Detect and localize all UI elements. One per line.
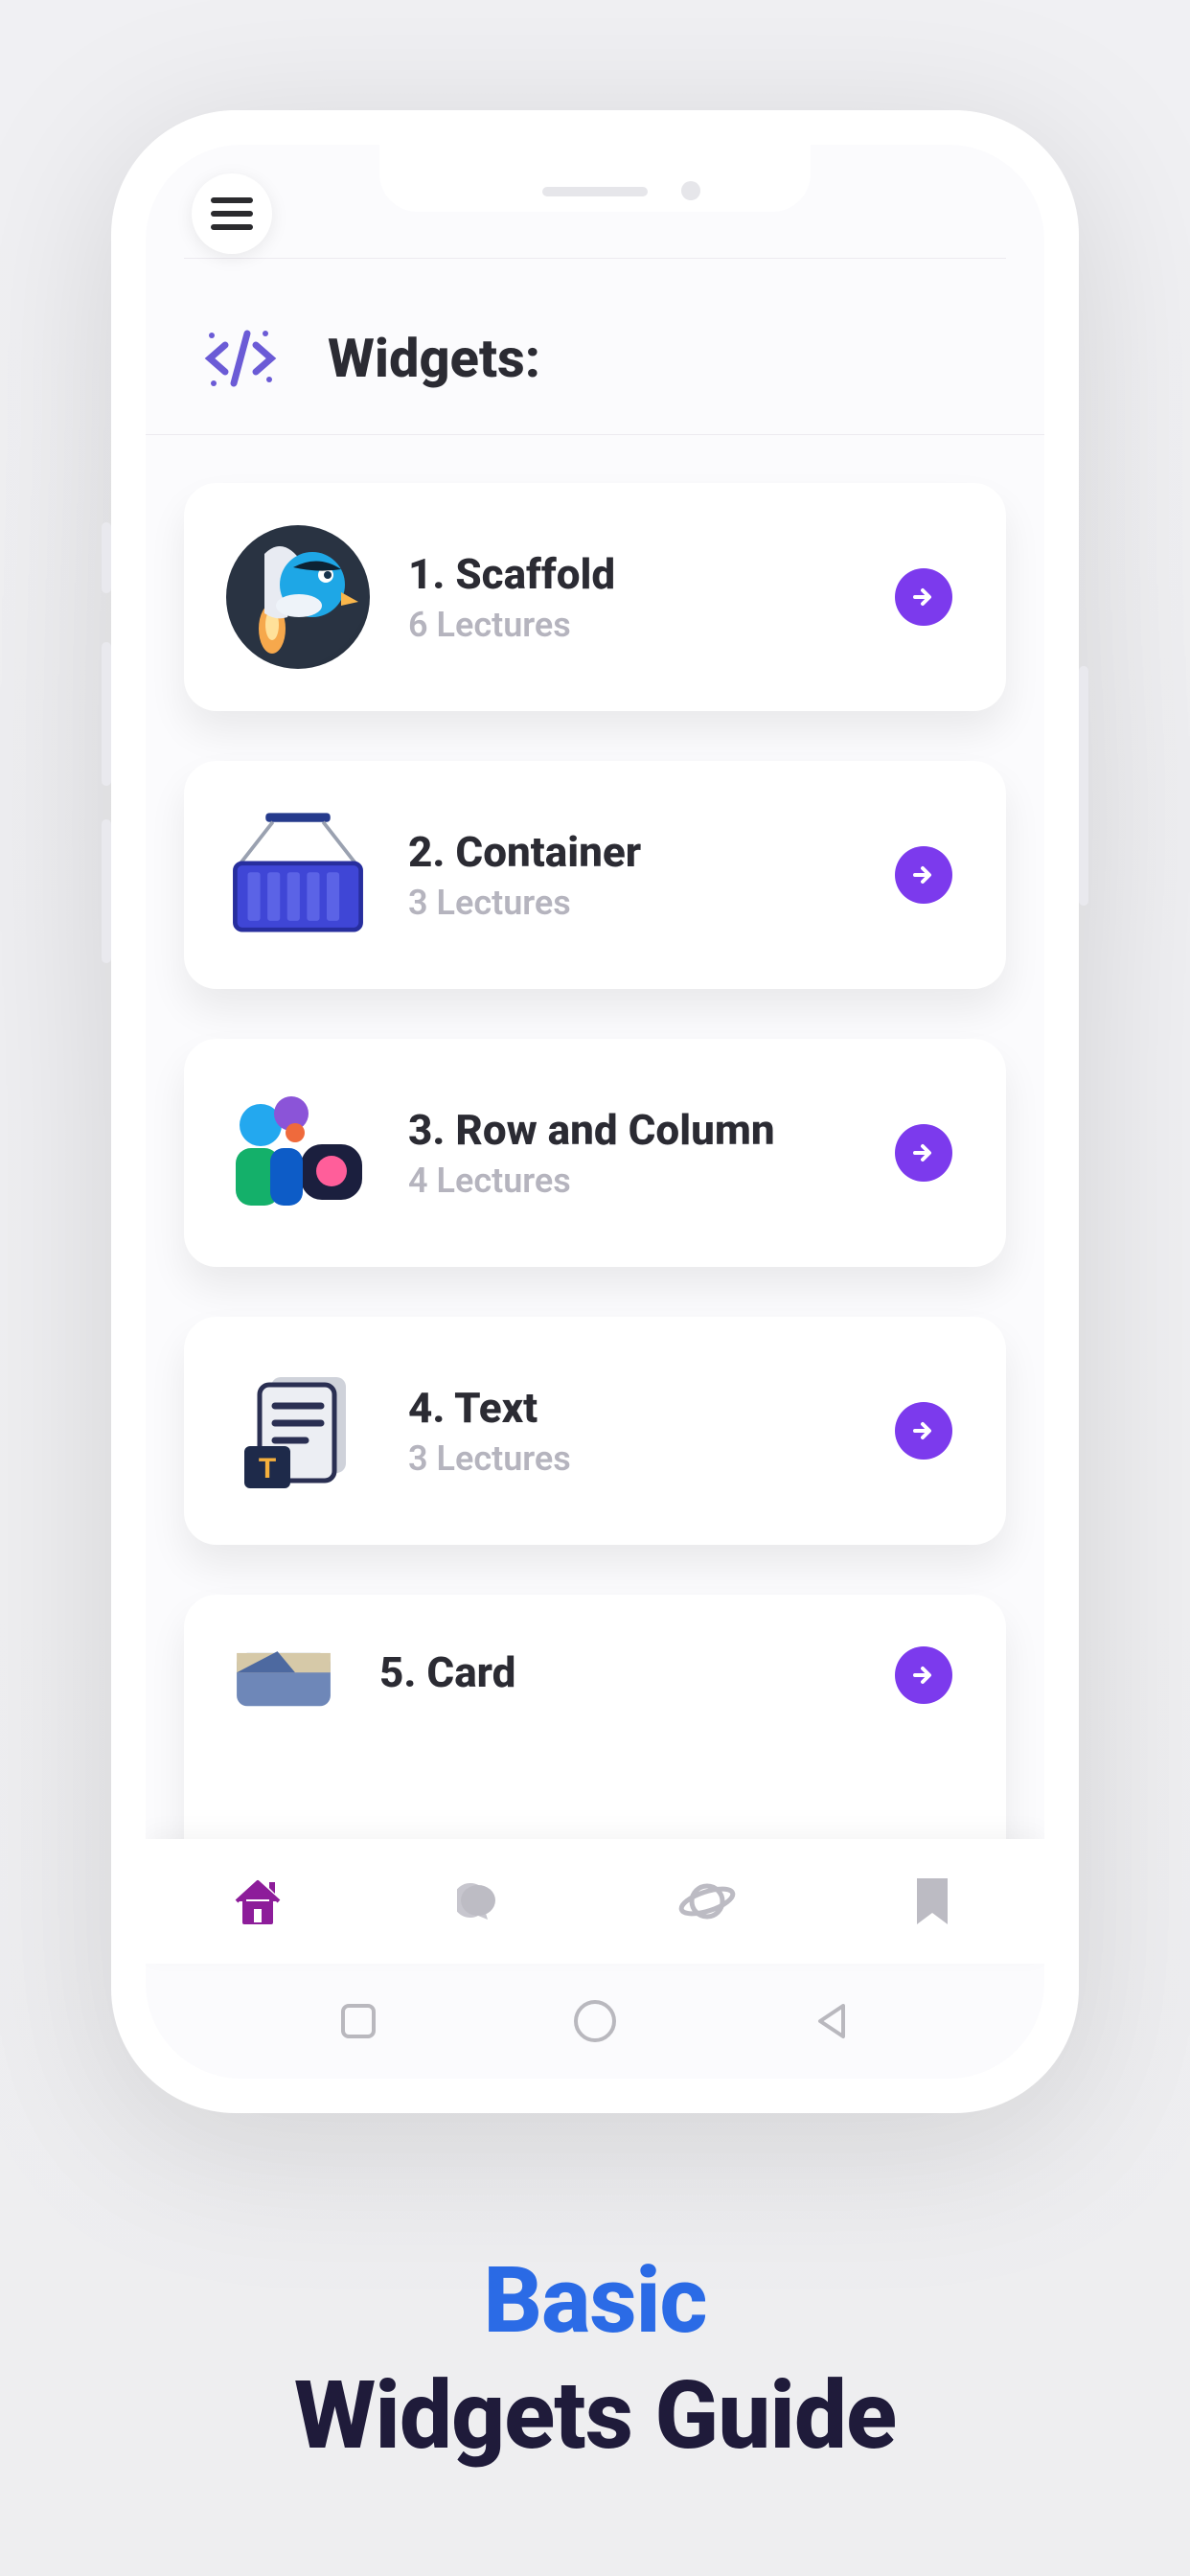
item-title: 3. Row and Column [408,1105,857,1155]
home-icon[interactable] [223,1867,292,1936]
item-subtitle: 3 Lectures [408,1438,857,1479]
list-item[interactable]: T 4. Text 3 Lectures [184,1317,1006,1545]
text-icon: T [226,1359,370,1503]
arrow-right-icon[interactable] [895,568,952,626]
section-header: Widgets: [146,315,1044,435]
list-item[interactable]: 3. Row and Column 4 Lectures [184,1039,1006,1267]
list-item[interactable]: 2. Container 3 Lectures [184,761,1006,989]
caption-line2: Widgets Guide [294,2360,896,2471]
svg-text:T: T [259,1453,276,1484]
arrow-right-icon[interactable] [895,846,952,904]
phone-side-button [1079,666,1088,906]
hamburger-icon [211,211,253,217]
section-title: Widgets: [328,327,540,390]
item-title: 1. Scaffold [408,549,857,599]
header-divider [184,258,1006,259]
android-nav-bar [146,1964,1044,2079]
arrow-right-icon[interactable] [895,1124,952,1182]
phone-notch [379,145,811,212]
app-screen: Widgets: [146,145,1044,2079]
planet-icon[interactable] [673,1867,742,1936]
code-icon [197,315,284,402]
item-title: 5. Card [379,1647,857,1697]
item-title: 2. Container [408,827,857,877]
container-icon [226,803,370,947]
arrow-right-icon[interactable] [895,1646,952,1704]
item-subtitle: 6 Lectures [408,605,857,645]
phone-side-button [102,522,111,593]
promo-caption: Basic Widgets Guide [294,2247,896,2471]
item-subtitle: 4 Lectures [408,1161,857,1201]
list-item[interactable]: 1. Scaffold 6 Lectures [184,483,1006,711]
chat-icon[interactable] [448,1867,517,1936]
android-back-icon[interactable] [809,1998,855,2044]
list-item[interactable]: 5. Card [184,1595,1006,1839]
widget-list: 1. Scaffold 6 Lectures [146,435,1044,1839]
row-column-icon [226,1081,370,1225]
phone-side-button [102,642,111,786]
item-subtitle: 3 Lectures [408,883,857,923]
item-title: 4. Text [408,1383,857,1433]
android-recent-icon[interactable] [335,1998,381,2044]
scaffold-icon [226,525,370,669]
arrow-right-icon[interactable] [895,1402,952,1460]
bookmark-icon[interactable] [898,1867,967,1936]
phone-side-button [102,819,111,963]
caption-line1: Basic [294,2247,896,2355]
bottom-nav [146,1839,1044,1964]
card-icon [226,1637,341,1714]
android-home-icon[interactable] [570,1996,620,2046]
menu-button[interactable] [192,173,272,254]
phone-mockup: Widgets: [111,110,1079,2113]
